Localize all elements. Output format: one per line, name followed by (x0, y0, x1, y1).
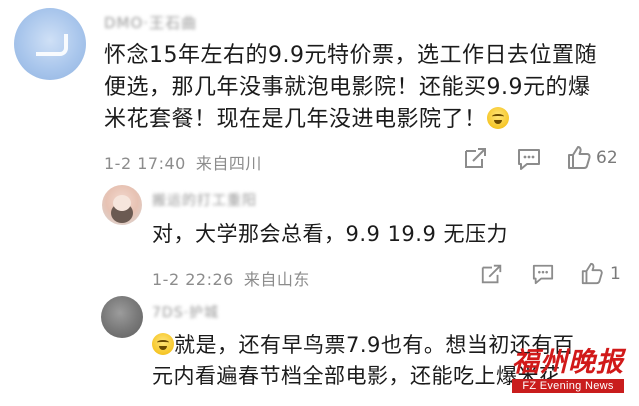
username[interactable]: 7DS·护城 (152, 302, 219, 322)
comment-meta: 1-2 17:40 来自四川 (104, 150, 272, 174)
laugh-emoji-icon (152, 333, 174, 355)
avatar[interactable] (102, 185, 142, 225)
comment-line: 米花套餐！现在是几年没进电影院了！ (104, 104, 624, 136)
reply-text: 对，大学那会总看，9.9 19.9 无压力 (152, 222, 509, 246)
like-count: 1 (610, 264, 621, 284)
comment-line: 怀念15年左右的9.9元特价票，选工作日去位置随 (104, 43, 597, 68)
timestamp: 1-2 22:26 (152, 270, 234, 289)
username[interactable]: 搬运的打工重阳 (152, 190, 257, 210)
avatar[interactable] (101, 296, 143, 338)
comment-text: 怀念15年左右的9.9元特价票，选工作日去位置随 便选，那几年没事就泡电影院！还… (104, 40, 624, 136)
comment-icon[interactable] (516, 147, 542, 171)
comment-line-text: 米花套餐！现在是几年没进电影院了！ (104, 107, 487, 132)
comment-icon[interactable] (531, 263, 555, 285)
timestamp: 1-2 17:40 (104, 154, 186, 173)
share-icon[interactable] (463, 146, 489, 170)
watermark-subtitle: FZ Evening News (512, 379, 624, 393)
like-count: 62 (596, 148, 618, 168)
comment-line: 便选，那几年没事就泡电影院！还能买9.9元的爆 (104, 75, 591, 100)
like-icon[interactable] (580, 261, 604, 285)
like-icon[interactable] (566, 144, 592, 170)
watermark-title: 福州晚报 (512, 347, 624, 378)
share-icon[interactable] (480, 262, 504, 286)
watermark-logo: 福州晚报 FZ Evening News (512, 340, 624, 393)
username[interactable]: DMO·王石曲 (104, 12, 197, 33)
location: 来自山东 (243, 270, 310, 289)
avatar[interactable] (14, 8, 86, 80)
location: 来自四川 (195, 154, 262, 173)
reply-meta: 1-2 22:26 来自山东 (152, 266, 320, 290)
laugh-emoji-icon (486, 107, 509, 129)
